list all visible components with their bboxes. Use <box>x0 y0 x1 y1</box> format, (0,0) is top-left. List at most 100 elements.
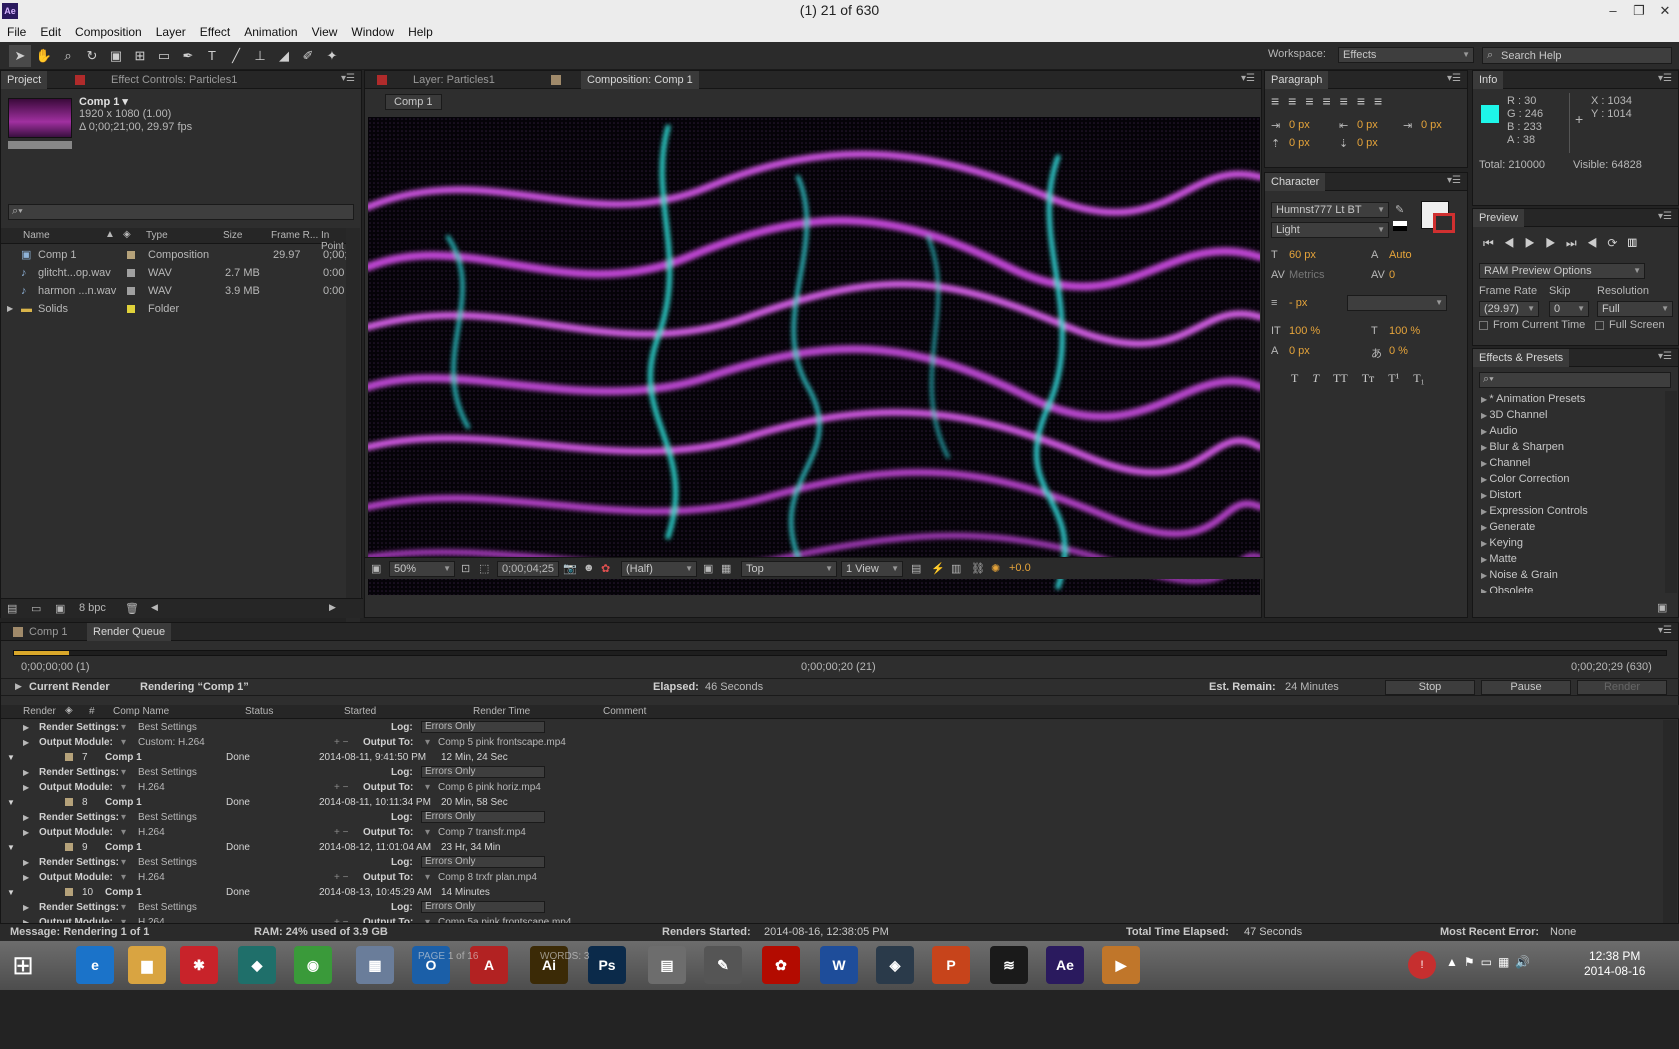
windows-start-icon[interactable]: ⊞ <box>8 951 38 981</box>
vertical-scale-value[interactable]: 100 % <box>1289 325 1320 337</box>
add-output-icon[interactable]: + − <box>334 870 348 885</box>
label-color-swatch[interactable] <box>127 269 135 277</box>
render-item-row[interactable]: ▼ 10 Comp 1 Done 2014-08-13, 10:45:29 AM… <box>1 885 1661 900</box>
workspace-dropdown[interactable]: Effects <box>1338 47 1474 63</box>
3d-view-dropdown[interactable]: Top <box>741 561 837 577</box>
render-button[interactable]: Render <box>1577 680 1667 695</box>
output-file-link[interactable]: Comp 7 transfr.mp4 <box>438 825 526 840</box>
taskbar-ie-icon[interactable]: e <box>76 946 114 984</box>
expand-arrow-icon[interactable]: ▶ <box>23 825 29 840</box>
effect-category-audio[interactable]: Audio <box>1477 423 1663 439</box>
interpret-footage-icon[interactable]: ▤ <box>7 602 17 615</box>
taskbar-spotify-icon[interactable]: ≋ <box>990 946 1028 984</box>
project-comp-name[interactable]: Comp 1 ▾ <box>79 95 128 108</box>
trash-icon[interactable]: 🗑 <box>125 602 139 615</box>
search-help-field[interactable]: ⌕ Search Help <box>1482 47 1672 64</box>
add-output-icon[interactable]: + − <box>334 915 348 923</box>
pause-button[interactable]: Pause <box>1481 680 1571 695</box>
tab-effect-controls[interactable]: Effect Controls: Particles1 <box>105 71 243 89</box>
brush-tool-icon[interactable]: ╱ <box>225 45 247 67</box>
label-color-swatch[interactable] <box>65 843 73 851</box>
row-setting-value[interactable]: H.264 <box>138 915 165 923</box>
zoom-tool-icon[interactable]: ⌕ <box>57 45 79 67</box>
tab-comp1-timeline[interactable]: Comp 1 <box>23 623 74 641</box>
flowchart-icon[interactable]: ⛓ <box>971 562 985 575</box>
eraser-tool-icon[interactable]: ◢ <box>273 45 295 67</box>
col-frame-rate[interactable]: Frame R... <box>271 230 318 241</box>
menu-file[interactable]: File <box>0 22 33 39</box>
menu-window[interactable]: Window <box>344 22 401 39</box>
taskbar-powerpoint-icon[interactable]: P <box>932 946 970 984</box>
indent-right-value[interactable]: 0 px <box>1357 119 1378 131</box>
panel-menu-icon[interactable]: ▾☰ <box>1658 351 1672 362</box>
row-setting-value[interactable]: Best Settings <box>138 855 197 870</box>
tab-composition-comp1[interactable]: Composition: Comp 1 <box>581 71 699 89</box>
faux-bold-button[interactable]: T <box>1291 371 1298 385</box>
skip-dropdown[interactable]: 0 <box>1549 301 1589 317</box>
font-size-value[interactable]: 60 px <box>1289 249 1316 261</box>
dropdown-arrow-icon[interactable]: ▾ <box>121 720 126 735</box>
panel-menu-icon[interactable]: ▾☰ <box>1658 211 1672 222</box>
output-file-link[interactable]: Comp 5 pink frontscape.mp4 <box>438 735 566 750</box>
scroll-left-icon[interactable]: ◀ <box>151 602 158 613</box>
render-item-row[interactable]: ▼ 9 Comp 1 Done 2014-08-12, 11:01:04 AM … <box>1 840 1661 855</box>
fit-icon[interactable]: ⊡ <box>461 562 470 575</box>
composition-viewport[interactable] <box>368 117 1260 595</box>
taskbar-scanner-icon[interactable]: ▤ <box>648 946 686 984</box>
taskbar-app-teal-icon[interactable]: ◆ <box>238 946 276 984</box>
effect-category-matte[interactable]: Matte <box>1477 551 1663 567</box>
kerning-value[interactable]: Metrics <box>1289 269 1324 281</box>
row-setting-value[interactable]: H.264 <box>138 870 165 885</box>
dropdown-arrow-icon[interactable]: ▾ <box>121 915 126 923</box>
dropdown-arrow-icon[interactable]: ▾ <box>425 780 430 795</box>
render-item-comp-name[interactable]: Comp 1 <box>105 750 142 765</box>
stroke-color-swatch[interactable] <box>1433 213 1455 233</box>
effect-category-channel[interactable]: Channel <box>1477 455 1663 471</box>
tab-paragraph[interactable]: Paragraph <box>1265 71 1329 89</box>
stroke-style-dropdown[interactable] <box>1347 295 1447 311</box>
row-setting-value[interactable]: Best Settings <box>138 720 197 735</box>
from-current-time-checkbox[interactable] <box>1479 321 1488 330</box>
row-setting-value[interactable]: Best Settings <box>138 900 197 915</box>
expand-arrow-icon[interactable]: ▶ <box>23 780 29 795</box>
always-preview-icon[interactable]: ▣ <box>371 562 381 575</box>
effect-category-animation-presets[interactable]: * Animation Presets <box>1477 391 1663 407</box>
log-dropdown[interactable]: Errors Only <box>421 721 545 733</box>
effect-category-noise-grain[interactable]: Noise & Grain <box>1477 567 1663 583</box>
project-item-wav2[interactable]: ♪ harmon ...n.wav WAV 3.9 MB 0:00 <box>1 283 361 299</box>
dropdown-arrow-icon[interactable]: ▾ <box>425 735 430 750</box>
collapse-arrow-icon[interactable]: ▼ <box>7 840 15 855</box>
expand-arrow-icon[interactable]: ▶ <box>23 810 29 825</box>
rectangle-tool-icon[interactable]: ▭ <box>153 45 175 67</box>
first-line-indent-value[interactable]: 0 px <box>1421 119 1442 131</box>
minimize-icon[interactable]: – <box>1600 1 1626 21</box>
expand-arrow-icon[interactable]: ▶ <box>23 765 29 780</box>
expand-arrow-icon[interactable]: ▶ <box>7 301 13 317</box>
hand-tool-icon[interactable]: ✋ <box>33 45 55 67</box>
restore-icon[interactable]: ❐ <box>1626 1 1652 21</box>
render-item-comp-name[interactable]: Comp 1 <box>105 885 142 900</box>
system-tray-icons[interactable]: ▲⚑▭▦🔊 <box>1446 955 1536 969</box>
all-caps-button[interactable]: TT <box>1333 371 1348 385</box>
col-comment[interactable]: Comment <box>603 706 646 717</box>
taskbar-explorer-icon[interactable]: ▆ <box>128 946 166 984</box>
row-setting-value[interactable]: H.264 <box>138 825 165 840</box>
tab-effects-presets[interactable]: Effects & Presets <box>1473 349 1570 367</box>
close-icon[interactable]: ✕ <box>1652 1 1678 21</box>
col-type[interactable]: Type <box>146 230 168 241</box>
stop-button[interactable]: Stop <box>1385 680 1475 695</box>
frame-rate-dropdown[interactable]: (29.97) <box>1479 301 1539 317</box>
effect-category-generate[interactable]: Generate <box>1477 519 1663 535</box>
effect-category-3d-channel[interactable]: 3D Channel <box>1477 407 1663 423</box>
panel-menu-icon[interactable]: ▾☰ <box>341 73 355 84</box>
output-file-link[interactable]: Comp 6 pink horiz.mp4 <box>438 780 541 795</box>
dropdown-arrow-icon[interactable]: ▾ <box>121 765 126 780</box>
effects-search-input[interactable]: ⌕▾ <box>1479 372 1671 388</box>
expand-arrow-icon[interactable]: ▶ <box>15 681 22 692</box>
collapse-arrow-icon[interactable]: ▼ <box>7 885 15 900</box>
effect-category-expression-controls[interactable]: Expression Controls <box>1477 503 1663 519</box>
timeline-icon[interactable]: ▥ <box>951 562 961 575</box>
ram-preview-options-dropdown[interactable]: RAM Preview Options <box>1479 263 1645 279</box>
bit-depth-label[interactable]: 8 bpc <box>79 602 106 614</box>
fast-previews-icon[interactable]: ▣ <box>703 562 713 575</box>
